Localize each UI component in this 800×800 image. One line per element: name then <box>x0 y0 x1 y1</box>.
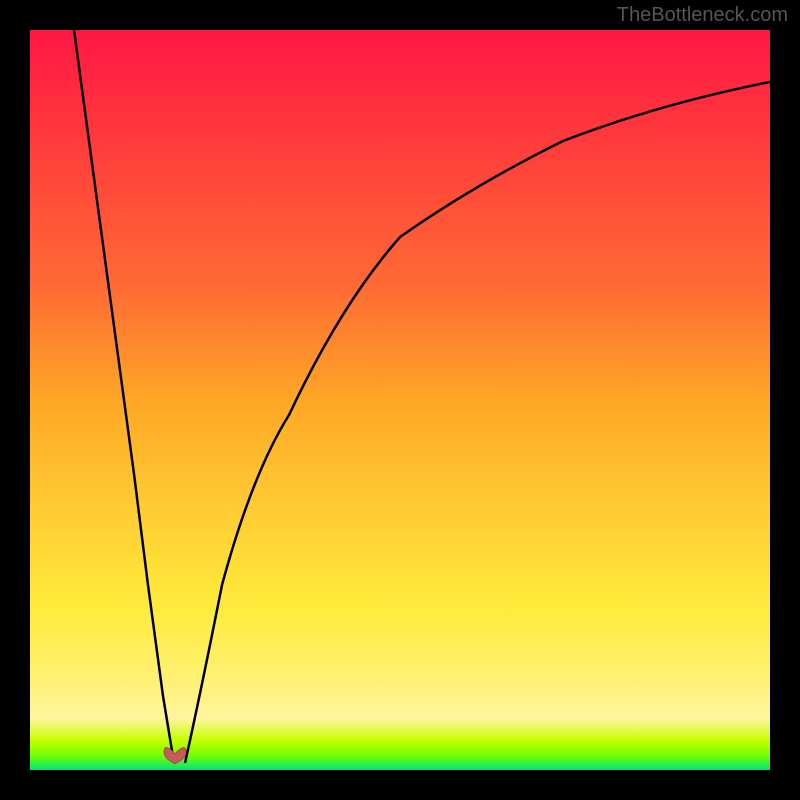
chart-curves <box>30 30 770 770</box>
optimal-point-marker <box>161 744 189 764</box>
watermark-text: TheBottleneck.com <box>617 4 788 27</box>
right-curve-line <box>185 82 770 763</box>
chart-container <box>30 30 770 770</box>
left-curve-line <box>74 30 174 763</box>
